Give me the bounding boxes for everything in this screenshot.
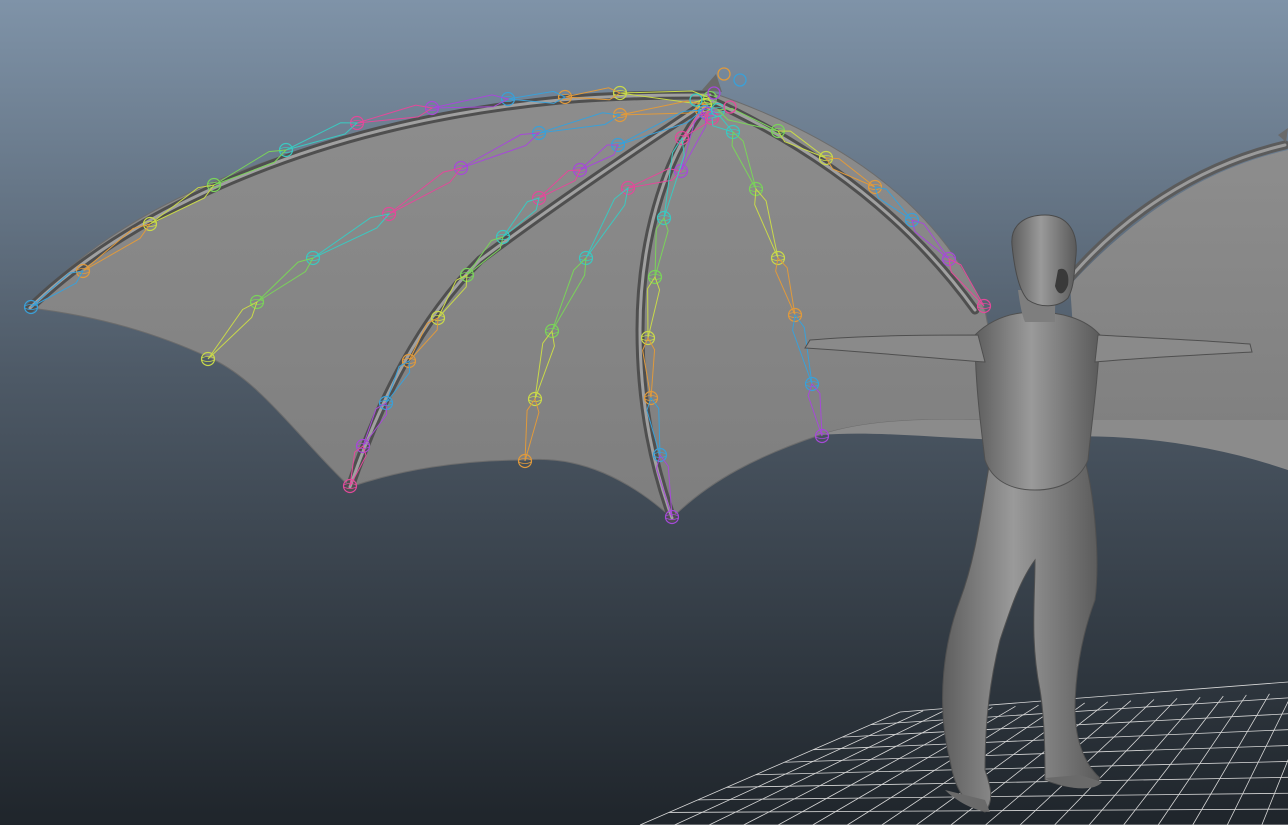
viewport-canvas[interactable]	[0, 0, 1288, 825]
perspective-viewport[interactable]	[0, 0, 1288, 825]
